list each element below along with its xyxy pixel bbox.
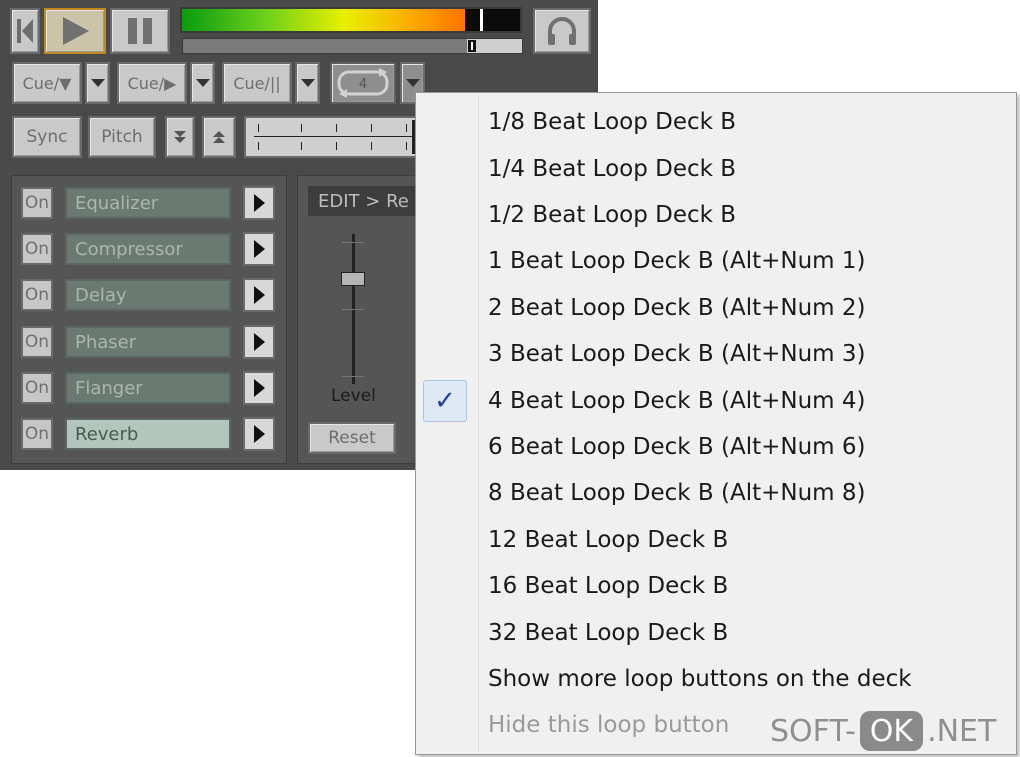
headphone-icon	[548, 17, 576, 45]
play-icon	[253, 379, 265, 397]
menu-item-loop-3[interactable]: 3 Beat Loop Deck B (Alt+Num 3)	[488, 334, 865, 374]
effect-on-toggle[interactable]: On	[21, 326, 53, 358]
play-icon	[253, 333, 265, 351]
effect-on-toggle[interactable]: On	[21, 418, 53, 450]
menu-item-loop-4[interactable]: 4 Beat Loop Deck B (Alt+Num 4)	[488, 381, 865, 421]
effect-open-button[interactable]	[243, 186, 275, 220]
effect-name-selected[interactable]: Reverb	[65, 418, 231, 450]
menu-item-loop-6[interactable]: 6 Beat Loop Deck B (Alt+Num 6)	[488, 427, 865, 467]
menu-gutter-divider	[478, 95, 479, 752]
menu-item-loop-12[interactable]: 12 Beat Loop Deck B	[488, 520, 728, 560]
effect-name[interactable]: Flanger	[65, 372, 231, 404]
effect-on-toggle[interactable]: On	[21, 233, 53, 265]
checkmark-icon: ✓	[423, 380, 467, 422]
loop-context-menu: ✓ 1/8 Beat Loop Deck B 1/4 Beat Loop Dec…	[415, 92, 1017, 755]
cue-dropdown-1[interactable]	[85, 62, 110, 104]
effect-open-button[interactable]	[243, 371, 275, 405]
chevron-down-icon	[195, 79, 210, 87]
headphone-button[interactable]	[533, 8, 591, 54]
cue-dropdown-2[interactable]	[190, 62, 215, 104]
loop-icon: 4	[337, 68, 389, 98]
skip-to-start-button[interactable]	[10, 8, 40, 54]
play-icon	[253, 194, 265, 212]
menu-item-loop-1-2[interactable]: 1/2 Beat Loop Deck B	[488, 195, 736, 235]
play-icon	[253, 286, 265, 304]
level-slider[interactable]	[338, 234, 368, 384]
effect-open-button[interactable]	[243, 417, 275, 451]
effect-on-toggle[interactable]: On	[21, 187, 53, 219]
watermark: SOFT- OK .NET	[770, 710, 996, 752]
menu-item-loop-16[interactable]: 16 Beat Loop Deck B	[488, 566, 728, 606]
edit-breadcrumb: EDIT > Re	[308, 186, 422, 216]
effect-edit-panel: EDIT > Re Level Reset	[297, 175, 422, 464]
play-icon	[63, 17, 89, 45]
play-icon	[253, 240, 265, 258]
play-icon	[253, 425, 265, 443]
effect-open-button[interactable]	[243, 325, 275, 359]
pitch-up-button[interactable]	[202, 116, 236, 158]
sync-button[interactable]: Sync	[12, 116, 82, 158]
effect-name[interactable]: Compressor	[65, 233, 231, 265]
effect-name[interactable]: Delay	[65, 279, 231, 311]
effect-on-toggle[interactable]: On	[21, 372, 53, 404]
effects-panel: On Equalizer On Compressor On Delay On P…	[11, 175, 287, 464]
effect-name[interactable]: Phaser	[65, 326, 231, 358]
loop-button[interactable]: 4	[330, 62, 396, 104]
play-button[interactable]	[44, 8, 106, 54]
pause-icon	[128, 18, 152, 44]
level-slider-knob[interactable]	[341, 272, 365, 286]
menu-item-loop-1[interactable]: 1 Beat Loop Deck B (Alt+Num 1)	[488, 241, 865, 281]
cue-dropdown-3[interactable]	[295, 62, 320, 104]
pitch-button[interactable]: Pitch	[88, 116, 156, 158]
double-chevron-up-icon	[213, 131, 225, 143]
pitch-down-button[interactable]	[165, 116, 195, 158]
menu-item-loop-1-4[interactable]: 1/4 Beat Loop Deck B	[488, 149, 736, 189]
menu-item-loop-32[interactable]: 32 Beat Loop Deck B	[488, 613, 728, 653]
reset-button[interactable]: Reset	[308, 422, 396, 454]
effect-open-button[interactable]	[243, 278, 275, 312]
menu-item-loop-2[interactable]: 2 Beat Loop Deck B (Alt+Num 2)	[488, 288, 865, 328]
cue-button-3[interactable]: Cue/||	[222, 62, 292, 104]
pause-button[interactable]	[110, 8, 170, 54]
cue-button-1[interactable]: Cue/▼	[12, 62, 82, 104]
chevron-down-icon	[90, 79, 105, 87]
pitch-slider[interactable]	[244, 116, 424, 158]
level-label: Level	[331, 386, 376, 406]
double-chevron-down-icon	[174, 131, 186, 143]
menu-item-loop-8[interactable]: 8 Beat Loop Deck B (Alt+Num 8)	[488, 473, 865, 513]
watermark-badge: OK	[859, 711, 924, 751]
chevron-down-icon	[300, 79, 315, 87]
effect-on-toggle[interactable]: On	[21, 279, 53, 311]
cue-button-2[interactable]: Cue/▶	[117, 62, 187, 104]
chevron-down-icon	[405, 79, 420, 87]
menu-item-show-more-loop-buttons[interactable]: Show more loop buttons on the deck	[488, 659, 912, 699]
position-bar[interactable]	[182, 38, 523, 54]
menu-item-hide-loop-button: Hide this loop button	[488, 712, 730, 738]
menu-item-loop-1-8[interactable]: 1/8 Beat Loop Deck B	[488, 102, 736, 142]
effect-name[interactable]: Equalizer	[65, 187, 231, 219]
effect-open-button[interactable]	[243, 232, 275, 266]
svg-text:4: 4	[359, 77, 367, 92]
volume-meter	[180, 7, 522, 33]
skip-start-icon	[17, 19, 33, 43]
